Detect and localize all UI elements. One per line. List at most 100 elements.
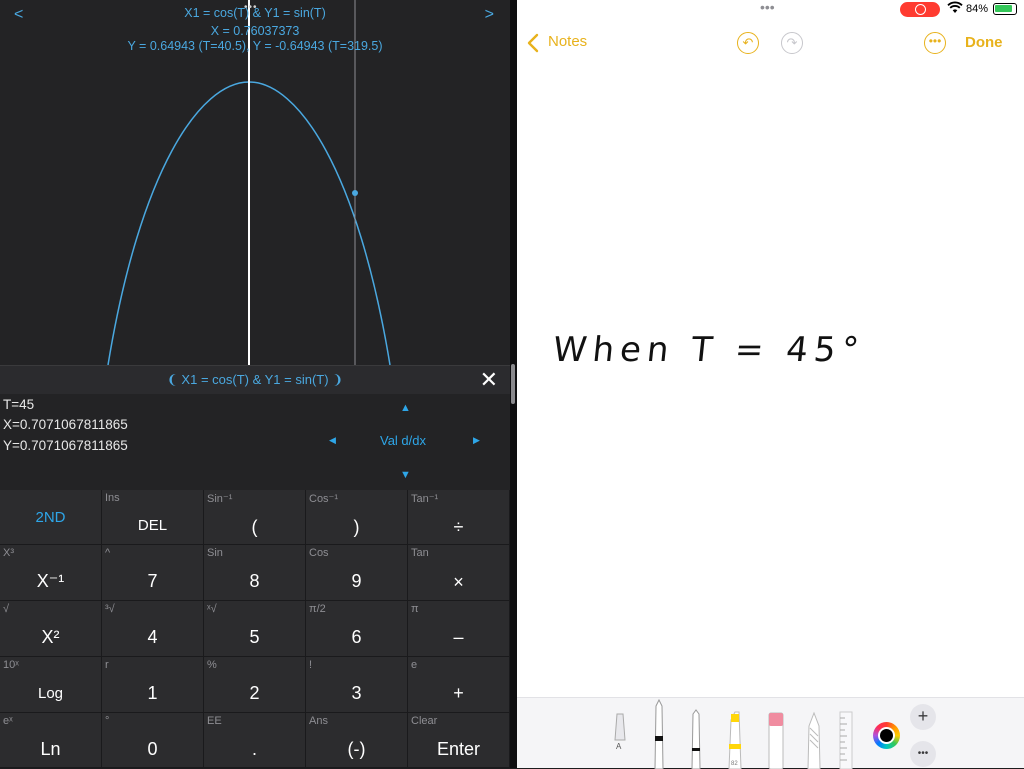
close-icon[interactable]: ✕	[480, 369, 498, 391]
mode-label[interactable]: Val d/dx	[380, 433, 426, 448]
key-label: +	[453, 683, 464, 703]
x-value: X=0.7071067811865	[3, 417, 128, 432]
y-value: Y=0.7071067811865	[3, 438, 128, 453]
key-decimal[interactable]: EE .	[204, 713, 306, 768]
key-square[interactable]: √ X²	[0, 601, 102, 657]
key-6[interactable]: π/2 6	[306, 601, 408, 657]
up-arrow-icon[interactable]: ▲	[400, 402, 411, 414]
right-arrow-icon[interactable]: ▶	[473, 435, 480, 446]
key-5[interactable]: ˣ√ 5	[204, 601, 306, 657]
key-label: X⁻¹	[36, 571, 65, 591]
key-label: 7	[147, 571, 158, 591]
key-4[interactable]: ³√ 4	[102, 601, 204, 657]
key-2nd[interactable]: 2ND	[0, 490, 102, 545]
key-secondary-label: r	[105, 659, 109, 671]
key-label: .	[251, 739, 257, 759]
back-button[interactable]: Notes	[548, 33, 587, 50]
key-ln[interactable]: eˣ Ln	[0, 713, 102, 768]
key-multiply[interactable]: Tan ×	[408, 545, 510, 601]
left-arrow-icon[interactable]: ◀	[329, 435, 336, 446]
lasso-tool[interactable]	[807, 711, 821, 769]
eraser-tool[interactable]	[768, 712, 784, 769]
graph-title: X1 = cos(T) & Y1 = sin(T)	[184, 6, 326, 20]
more-options-icon[interactable]: •••	[924, 32, 946, 54]
more-tools-icon[interactable]: •••	[910, 741, 936, 767]
key-secondary-label: √	[3, 603, 10, 615]
graph-area[interactable]: ••• < > X1 = cos(T) & Y1 = sin(T) X = 0.…	[0, 0, 510, 365]
key-secondary-label: Ans	[309, 715, 328, 727]
divider-handle[interactable]	[511, 364, 515, 404]
key-negate[interactable]: Ans (-)	[306, 713, 408, 768]
key-secondary-label: %	[207, 659, 217, 671]
redo-icon[interactable]: ↷	[781, 32, 803, 54]
key-label: 2	[249, 683, 260, 703]
key-label: DEL	[137, 517, 168, 534]
chevron-left-icon[interactable]	[527, 33, 539, 58]
key-label: 5	[249, 627, 260, 647]
y-readout: Y = 0.64943 (T=40.5), Y = -0.64943 (T=31…	[127, 39, 383, 53]
key-label: 3	[351, 683, 362, 703]
handwritten-note[interactable]: When T = 45°	[551, 330, 867, 370]
key-secondary-label: ³√	[105, 603, 115, 615]
key-secondary-label: Clear	[411, 715, 438, 727]
key-label: Enter	[436, 739, 481, 759]
key-secondary-label: e	[411, 659, 418, 671]
key-close-paren[interactable]: Cos⁻¹ )	[306, 490, 408, 545]
marker-tool[interactable]	[654, 698, 664, 769]
key-2[interactable]: % 2	[204, 657, 306, 713]
key-secondary-label: π/2	[309, 603, 326, 615]
wifi-icon	[947, 1, 963, 20]
key-secondary-label: eˣ	[3, 715, 13, 727]
key-secondary-label: Ins	[105, 492, 120, 504]
multitask-dots[interactable]: •••	[760, 0, 775, 15]
key-label: X²	[41, 627, 60, 647]
key-secondary-label: Tan⁻¹	[411, 493, 439, 505]
key-open-paren[interactable]: Sin⁻¹ (	[204, 490, 306, 545]
ruler-tool[interactable]	[839, 711, 853, 769]
key-secondary-label: Sin	[207, 547, 223, 559]
split-divider[interactable]	[510, 0, 517, 768]
highlighter-tool[interactable]: 82	[728, 711, 742, 769]
key-7[interactable]: ^ 7	[102, 545, 204, 601]
key-secondary-label: ˣ√	[207, 603, 217, 615]
t-value: T=45	[3, 397, 35, 412]
key-0[interactable]: ° 0	[102, 713, 204, 768]
key-secondary-label: EE	[207, 715, 222, 727]
key-label: 2ND	[35, 509, 66, 526]
add-icon[interactable]: +	[910, 704, 936, 730]
function-bar[interactable]: ❨ X1 = cos(T) & Y1 = sin(T) ❩ ✕	[0, 365, 510, 394]
down-arrow-icon[interactable]: ▼	[400, 469, 411, 481]
key-9[interactable]: Cos 9	[306, 545, 408, 601]
function-title[interactable]: ❨ X1 = cos(T) & Y1 = sin(T) ❩	[0, 372, 510, 388]
graph-canvas[interactable]	[0, 0, 510, 365]
done-button[interactable]: Done	[965, 34, 1003, 51]
svg-text:A: A	[616, 742, 622, 751]
key-secondary-label: !	[309, 659, 313, 671]
key-secondary-label: Tan	[411, 547, 429, 559]
key-enter[interactable]: Clear Enter	[408, 713, 510, 768]
fineliner-tool[interactable]	[691, 709, 701, 769]
key-log[interactable]: 10ˣ Log	[0, 657, 102, 713]
results-panel: T=45 X=0.7071067811865 Y=0.7071067811865…	[0, 394, 510, 490]
key-label: ×	[453, 572, 464, 592]
key-3[interactable]: ! 3	[306, 657, 408, 713]
key-plus[interactable]: e +	[408, 657, 510, 713]
key-secondary-label: π	[411, 603, 419, 615]
key-label: Log	[37, 685, 64, 702]
key-label: ÷	[453, 517, 464, 537]
key-1[interactable]: r 1	[102, 657, 204, 713]
svg-text:82: 82	[731, 761, 738, 767]
pen-tool[interactable]: A	[614, 713, 626, 751]
key-divide[interactable]: Tan⁻¹ ÷	[408, 490, 510, 545]
key-del[interactable]: Ins DEL	[102, 490, 204, 545]
undo-icon[interactable]: ↶	[737, 32, 759, 54]
x-readout: X = 0.76037373	[210, 24, 300, 38]
key-minus[interactable]: π –	[408, 601, 510, 657]
key-label: 6	[351, 627, 362, 647]
screen-record-icon[interactable]	[900, 2, 940, 17]
key-secondary-label: Cos⁻¹	[309, 493, 339, 505]
notes-app: ••• 84% Notes ↶ ↷ ••• Done When T = 45° …	[517, 0, 1024, 769]
key-8[interactable]: Sin 8	[204, 545, 306, 601]
key-reciprocal[interactable]: X³ X⁻¹	[0, 545, 102, 601]
color-picker-icon[interactable]	[873, 722, 900, 749]
